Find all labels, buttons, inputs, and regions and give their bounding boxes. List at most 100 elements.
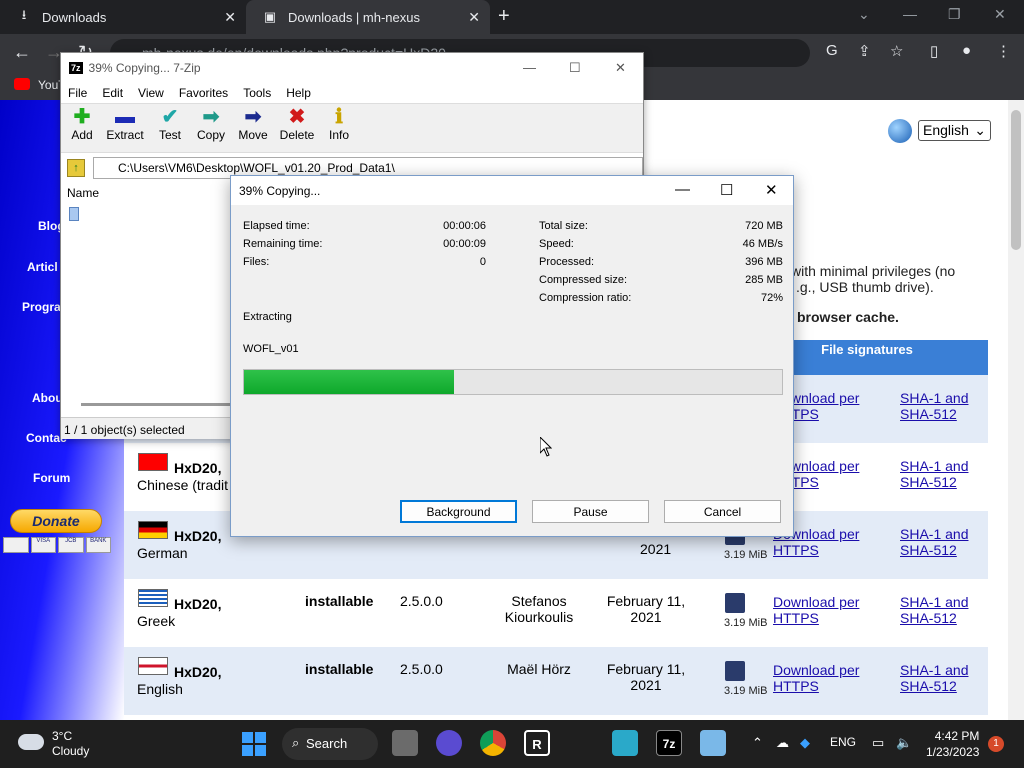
close-tab-icon[interactable]: ✕ (468, 9, 480, 26)
copy-button[interactable]: ➡ Copy (195, 106, 227, 142)
tab-search-icon[interactable]: ⌄ (858, 6, 870, 23)
nav-programs[interactable]: Progra (22, 300, 61, 314)
sidepanel-icon[interactable]: ▯ (930, 42, 938, 60)
clock[interactable]: 4:42 PM 1/23/2023 (926, 728, 979, 760)
nav-forum[interactable]: Forum (33, 471, 70, 485)
payment-cards: VISA JCB BANK (3, 537, 111, 553)
download-link[interactable]: Download per HTTPS (773, 662, 893, 694)
teams-icon[interactable] (436, 730, 462, 756)
donate-button[interactable]: Donate (10, 509, 102, 533)
new-tab-button[interactable]: + (498, 5, 510, 28)
time: 4:42 PM (934, 729, 980, 743)
fm-title-bar: 7z 39% Copying... 7-Zip — ☐ ✕ (61, 53, 643, 83)
close-icon[interactable]: ✕ (615, 60, 626, 76)
chevron-up-icon[interactable]: ⌃ (752, 735, 763, 751)
fm-hscroll[interactable] (81, 403, 231, 406)
weather-condition: Cloudy (52, 744, 90, 758)
maximize-icon[interactable]: ☐ (569, 60, 581, 76)
close-tab-icon[interactable]: ✕ (224, 9, 236, 26)
chrome-icon[interactable] (480, 730, 506, 756)
progress-bar (243, 369, 783, 395)
delete-x-icon: ✖ (288, 106, 306, 128)
defender-icon[interactable]: ◆ (800, 735, 810, 751)
total-size-label: Total size: (539, 220, 588, 232)
google-icon[interactable]: G (826, 42, 838, 59)
menu-help[interactable]: Help (279, 83, 319, 103)
network-app-icon[interactable] (700, 730, 726, 756)
signature-link[interactable]: SHA-1 and SHA-512 (900, 662, 970, 694)
minus-icon: ▬ (115, 106, 135, 128)
background-button[interactable]: Background (400, 500, 517, 523)
restore-icon[interactable]: ❐ (948, 6, 961, 23)
menu-tools[interactable]: Tools (236, 83, 279, 103)
install-type: installable (305, 593, 374, 609)
profile-icon[interactable]: ● (962, 42, 971, 59)
sevenzip-taskbar-icon[interactable]: 7z (656, 730, 682, 756)
scroll-thumb[interactable] (1011, 110, 1021, 250)
file-icon[interactable] (69, 207, 79, 221)
share-icon[interactable]: ⇪ (858, 42, 871, 60)
folder-up-icon[interactable]: ↑ (67, 159, 85, 177)
menu-icon[interactable]: ⋮ (996, 42, 1011, 60)
maximize-icon[interactable]: ☐ (720, 181, 733, 199)
close-window-icon[interactable]: ✕ (994, 6, 1006, 23)
youtube-icon (14, 78, 30, 90)
chevron-down-icon: ⌄ (974, 122, 986, 138)
plus-icon: ✚ (73, 106, 91, 128)
desktop-app-icon[interactable] (612, 730, 638, 756)
menu-edit[interactable]: Edit (95, 83, 131, 103)
column-name-header[interactable]: Name (61, 181, 231, 203)
menu-favorites[interactable]: Favorites (172, 83, 236, 103)
task-view-icon[interactable] (392, 730, 418, 756)
processed-label: Processed: (539, 256, 595, 268)
processed-value: 396 MB (745, 256, 783, 268)
notification-badge[interactable]: 1 (988, 736, 1004, 752)
total-size-value: 720 MB (745, 220, 783, 232)
cancel-button[interactable]: Cancel (664, 500, 781, 523)
files-value: 0 (479, 256, 486, 268)
minimize-icon[interactable]: — (903, 6, 917, 22)
remaining-label: Remaining time: (243, 238, 323, 250)
display-icon[interactable]: ▭ (872, 735, 884, 751)
move-button[interactable]: ➡ Move (237, 106, 269, 142)
info-button[interactable]: ℹ Info (327, 106, 351, 142)
close-icon[interactable]: ✕ (765, 181, 778, 199)
download-link[interactable]: Download per HTTPS (773, 594, 893, 626)
taiwan-flag-icon (138, 453, 168, 471)
pause-button[interactable]: Pause (532, 500, 649, 523)
release-date: February 11, 2021 (606, 593, 686, 625)
language-select[interactable]: English ⌄ (918, 120, 991, 141)
dialog-title: 39% Copying... (239, 184, 321, 198)
signature-link[interactable]: SHA-1 and SHA-512 (900, 526, 970, 558)
cloud-tray-icon[interactable]: ☁ (776, 735, 789, 751)
back-icon[interactable]: ← (13, 42, 31, 63)
delete-button[interactable]: ✖ Delete (279, 106, 315, 142)
visa-card: VISA (30, 537, 56, 553)
signature-link[interactable]: SHA-1 and SHA-512 (900, 458, 970, 490)
tab-mh-nexus[interactable]: ▣ Downloads | mh-nexus ✕ (246, 0, 490, 34)
extract-button[interactable]: ▬ Extract (105, 106, 145, 142)
star-icon[interactable]: ☆ (890, 42, 903, 60)
page-scrollbar[interactable] (1008, 100, 1024, 720)
nav-about[interactable]: Abou (32, 391, 63, 405)
menu-file[interactable]: File (61, 83, 95, 103)
app-r-icon[interactable]: R (524, 730, 550, 756)
input-language[interactable]: ENG (830, 735, 856, 749)
test-button[interactable]: ✔ Test (157, 106, 183, 142)
add-button[interactable]: ✚ Add (69, 106, 95, 142)
signature-link[interactable]: SHA-1 and SHA-512 (900, 390, 970, 422)
volume-icon[interactable]: 🔈 (896, 735, 912, 751)
minimize-icon[interactable]: — (675, 181, 690, 198)
table-row: HxD20, English installable 2.5.0.0 Maël … (124, 647, 988, 715)
menu-view[interactable]: View (131, 83, 172, 103)
test-label: Test (158, 128, 181, 142)
taskbar-search[interactable]: ⌕ Search (282, 728, 378, 760)
nav-articles[interactable]: Articl (27, 260, 58, 274)
weather-widget[interactable]: 3°C Cloudy (52, 729, 89, 759)
start-icon[interactable] (242, 732, 266, 756)
minimize-icon[interactable]: — (523, 60, 536, 75)
compressed-size-label: Compressed size: (539, 274, 628, 286)
tab-downloads[interactable]: ⭳ Downloads ✕ (0, 0, 246, 34)
delete-label: Delete (279, 128, 315, 142)
signature-link[interactable]: SHA-1 and SHA-512 (900, 594, 970, 626)
